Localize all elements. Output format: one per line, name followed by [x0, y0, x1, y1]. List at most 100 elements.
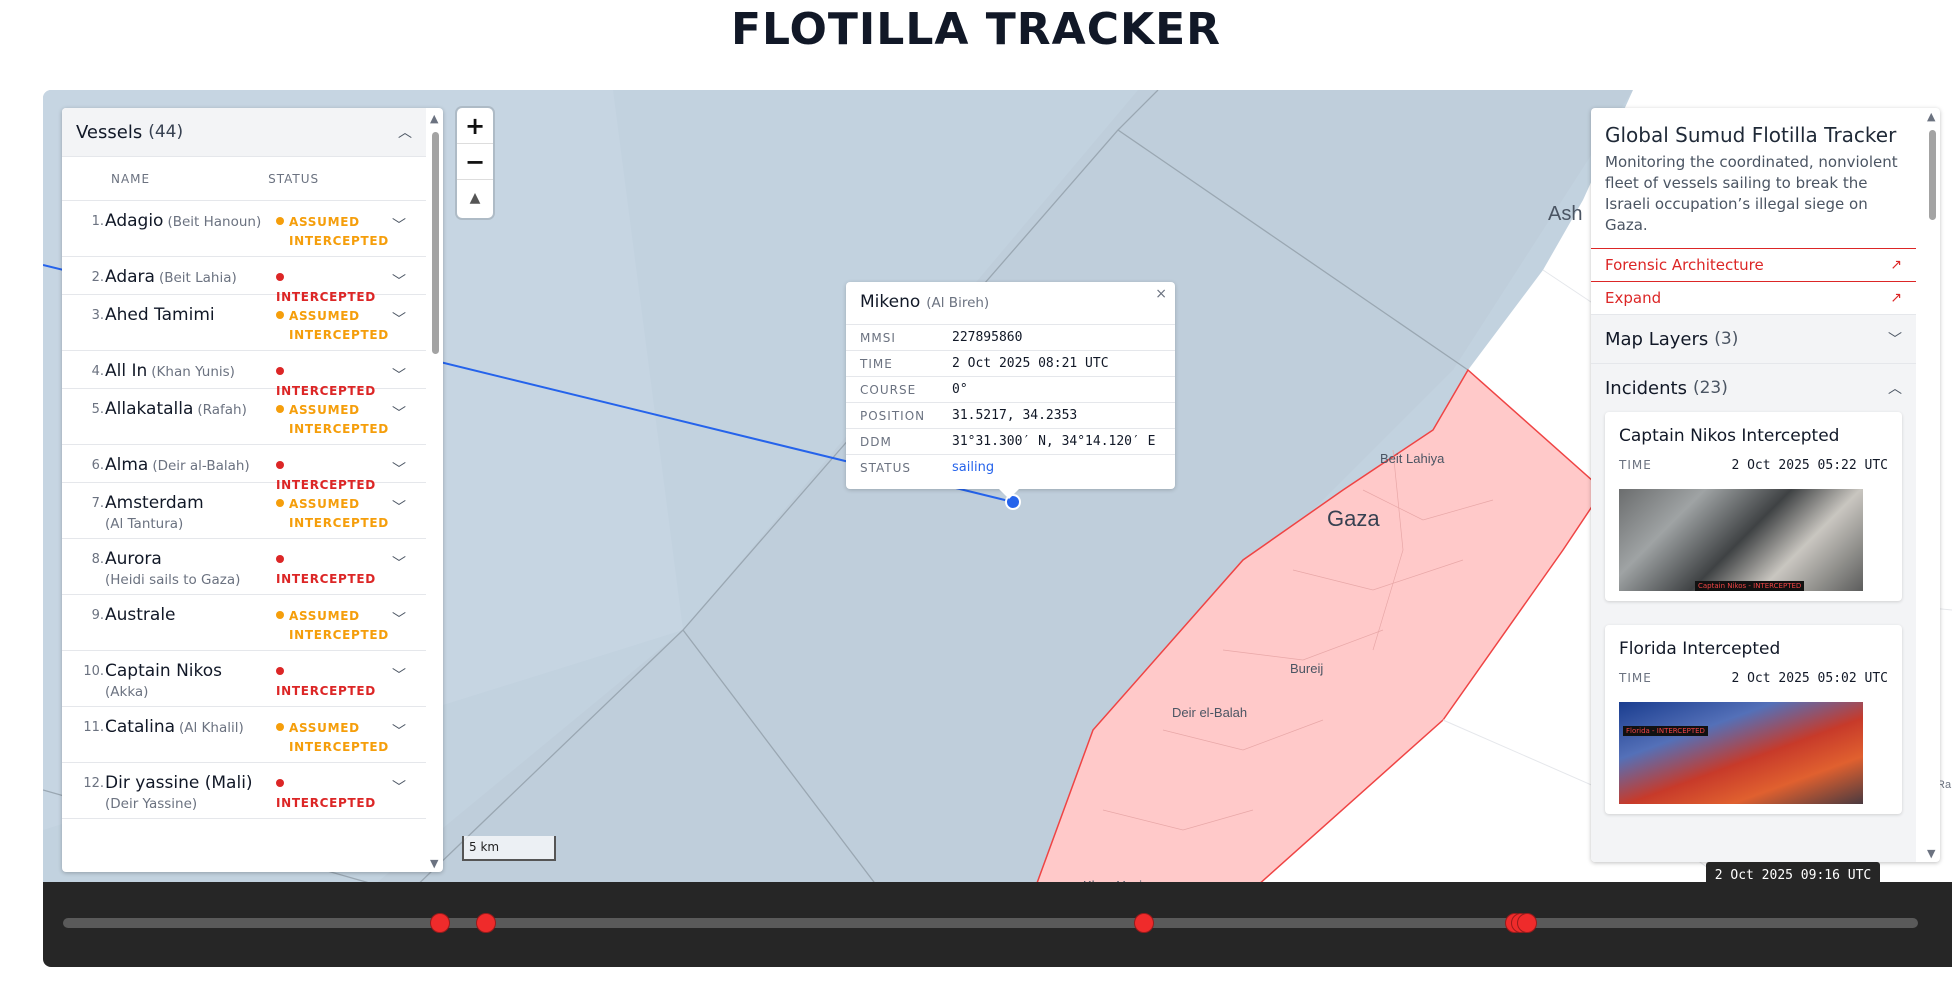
vessel-row[interactable]: 11. Catalina (Al Khalil) ASSUMED INTERCEPTED…	[62, 707, 426, 763]
zoom-controls: + − ▲	[457, 108, 493, 218]
map-layers-section[interactable]: Map Layers (3) ﹀	[1591, 314, 1916, 363]
label-gaza: Gaza	[1327, 506, 1380, 531]
forensic-architecture-link[interactable]: Forensic Architecture ↗	[1591, 248, 1916, 281]
chevron-down-icon[interactable]: ﹀	[392, 215, 406, 235]
page-title: FLOTILLA TRACKER	[730, 4, 1222, 55]
vessel-subname: (Al Khalil)	[179, 720, 244, 736]
popup-key: STATUS	[846, 454, 952, 481]
status-dot-icon	[276, 217, 284, 225]
chevron-down-icon[interactable]: ﹀	[392, 459, 406, 479]
timeline-track[interactable]	[63, 918, 1918, 928]
incident-photo[interactable]: Captain Nikos - INTERCEPTED	[1619, 489, 1863, 591]
status-badge: INTERCEPTED	[276, 663, 386, 701]
scroll-down-icon[interactable]: ▼	[430, 857, 438, 870]
vessel-name-cell: Allakatalla (Rafah)	[105, 398, 285, 421]
incident-card[interactable]: Captain Nikos Intercepted TIME 2 Oct 202…	[1605, 412, 1902, 601]
vessels-panel: Vessels (44) ︿ NAME STATUS 1. Adagio (Beit…	[62, 108, 443, 872]
vessel-number: 5.	[91, 402, 104, 417]
section-title: Incidents	[1605, 377, 1687, 399]
vessel-list: 1. Adagio (Beit Hanoun) ASSUMED INTERCEPTED ﹀…	[62, 201, 443, 819]
status-text: ASSUMED	[289, 215, 360, 229]
chevron-up-icon[interactable]: ︿	[398, 122, 412, 142]
vessel-row[interactable]: 10. Captain Nikos (Akka) INTERCEPTED ﹀	[62, 651, 426, 707]
vessels-scrollbar[interactable]: ▲ ▼	[429, 110, 441, 870]
vessel-row[interactable]: 2. Adara (Beit Lahia) INTERCEPTED ﹀	[62, 257, 426, 304]
expand-link[interactable]: Expand ↗	[1591, 281, 1916, 314]
timeline-bar	[43, 882, 1952, 967]
vessel-row[interactable]: 3. Ahed Tamimi ASSUMED INTERCEPTED ﹀	[62, 295, 426, 351]
status-text: ASSUMED	[289, 497, 360, 511]
close-icon[interactable]: ×	[1155, 286, 1167, 302]
incident-card[interactable]: Florida Intercepted TIME 2 Oct 2025 05:0…	[1605, 625, 1902, 814]
status-badge: INTERCEPTED	[276, 551, 386, 589]
vessel-subname: (Deir Yassine)	[105, 796, 198, 812]
scroll-down-icon[interactable]: ▼	[1927, 847, 1935, 860]
chevron-down-icon[interactable]: ﹀	[392, 365, 406, 385]
scrollbar-thumb[interactable]	[432, 132, 439, 354]
vessel-row[interactable]: 1. Adagio (Beit Hanoun) ASSUMED INTERCEPTED ﹀	[62, 201, 426, 257]
vessels-column-headers: NAME STATUS	[62, 157, 426, 201]
vessel-row[interactable]: 12. Dir yassine (Mali) (Deir Yassine) INTER…	[62, 763, 426, 819]
incident-photo[interactable]: Florida - INTERCEPTED	[1619, 702, 1863, 804]
timeline-event-marker[interactable]	[429, 913, 450, 933]
vessel-name: All In	[105, 361, 148, 381]
popup-row-ddm: DDM 31°31.300′ N, 34°14.120′ E	[846, 428, 1175, 455]
chevron-down-icon[interactable]: ﹀	[392, 777, 406, 797]
scroll-up-icon[interactable]: ▲	[1927, 110, 1935, 123]
section-count: (3)	[1714, 329, 1739, 349]
vessel-name-cell: Adagio (Beit Hanoun)	[105, 210, 285, 233]
vessel-number: 8.	[91, 552, 104, 567]
vessel-number: 3.	[91, 308, 104, 323]
chevron-down-icon[interactable]: ﹀	[392, 665, 406, 685]
timeline-event-marker[interactable]	[475, 913, 496, 933]
chevron-down-icon[interactable]: ﹀	[1888, 329, 1902, 349]
vessel-name-cell: All In (Khan Yunis)	[105, 360, 285, 383]
vessels-header[interactable]: Vessels (44) ︿	[62, 108, 426, 157]
timeline-event-marker[interactable]	[1134, 913, 1155, 933]
status-dot-icon	[276, 311, 284, 319]
info-scrollbar[interactable]: ▲ ▼	[1926, 110, 1938, 860]
vessel-name-cell: Captain Nikos (Akka)	[105, 660, 285, 702]
vessel-name: Adara	[105, 267, 155, 287]
status-text-line2: INTERCEPTED	[289, 740, 389, 754]
incident-time-value: 2 Oct 2025 05:22 UTC	[1731, 458, 1888, 473]
scroll-up-icon[interactable]: ▲	[430, 112, 438, 125]
chevron-down-icon[interactable]: ﹀	[392, 403, 406, 423]
incident-time-label: TIME	[1619, 671, 1652, 685]
popup-value: 0°	[952, 376, 1175, 403]
incidents-section[interactable]: Incidents (23) ︿	[1591, 363, 1916, 412]
popup-key: POSITION	[846, 402, 952, 429]
vessel-name-cell: Amsterdam (Al Tantura)	[105, 492, 285, 534]
chevron-down-icon[interactable]: ﹀	[392, 721, 406, 741]
vessel-row[interactable]: 9. Australe ASSUMED INTERCEPTED ﹀	[62, 595, 426, 651]
status-text: ASSUMED	[289, 403, 360, 417]
vessel-subname: (Deir al-Balah)	[152, 458, 250, 474]
vessel-row[interactable]: 8. Aurora (Heidi sails to Gaza) INTERCEPTED…	[62, 539, 426, 595]
vessel-row[interactable]: 6. Alma (Deir al-Balah) INTERCEPTED ﹀	[62, 445, 426, 492]
vessel-row[interactable]: 4. All In (Khan Yunis) INTERCEPTED ﹀	[62, 351, 426, 398]
vessel-number: 6.	[91, 458, 104, 473]
status-text-line2: INTERCEPTED	[289, 328, 389, 342]
chevron-down-icon[interactable]: ﹀	[392, 553, 406, 573]
info-title: Global Sumud Flotilla Tracker	[1605, 123, 1897, 147]
chevron-down-icon[interactable]: ﹀	[392, 271, 406, 291]
status-text-line2: INTERCEPTED	[289, 234, 389, 248]
scrollbar-thumb[interactable]	[1929, 130, 1936, 220]
timeline-event-marker[interactable]	[1516, 913, 1537, 933]
chevron-down-icon[interactable]: ﹀	[392, 609, 406, 629]
status-dot-icon	[276, 499, 284, 507]
vessel-number: 10.	[83, 664, 104, 679]
popup-status-link[interactable]: sailing	[952, 454, 1175, 481]
compass-reset-button[interactable]: ▲	[457, 180, 493, 216]
popup-value: 31°31.300′ N, 34°14.120′ E	[952, 428, 1175, 455]
popup-value: 2 Oct 2025 08:21 UTC	[952, 350, 1175, 377]
chevron-down-icon[interactable]: ﹀	[392, 309, 406, 329]
status-dot-icon	[276, 405, 284, 413]
vessel-row[interactable]: 7. Amsterdam (Al Tantura) ASSUMED INTERCEPTE…	[62, 483, 426, 539]
vessel-row[interactable]: 5. Allakatalla (Rafah) ASSUMED INTERCEPTED ﹀	[62, 389, 426, 445]
zoom-out-button[interactable]: −	[457, 144, 493, 180]
label-bureij: Bureij	[1290, 661, 1323, 676]
chevron-down-icon[interactable]: ﹀	[392, 497, 406, 517]
chevron-up-icon[interactable]: ︿	[1888, 378, 1902, 398]
zoom-in-button[interactable]: +	[457, 108, 493, 144]
